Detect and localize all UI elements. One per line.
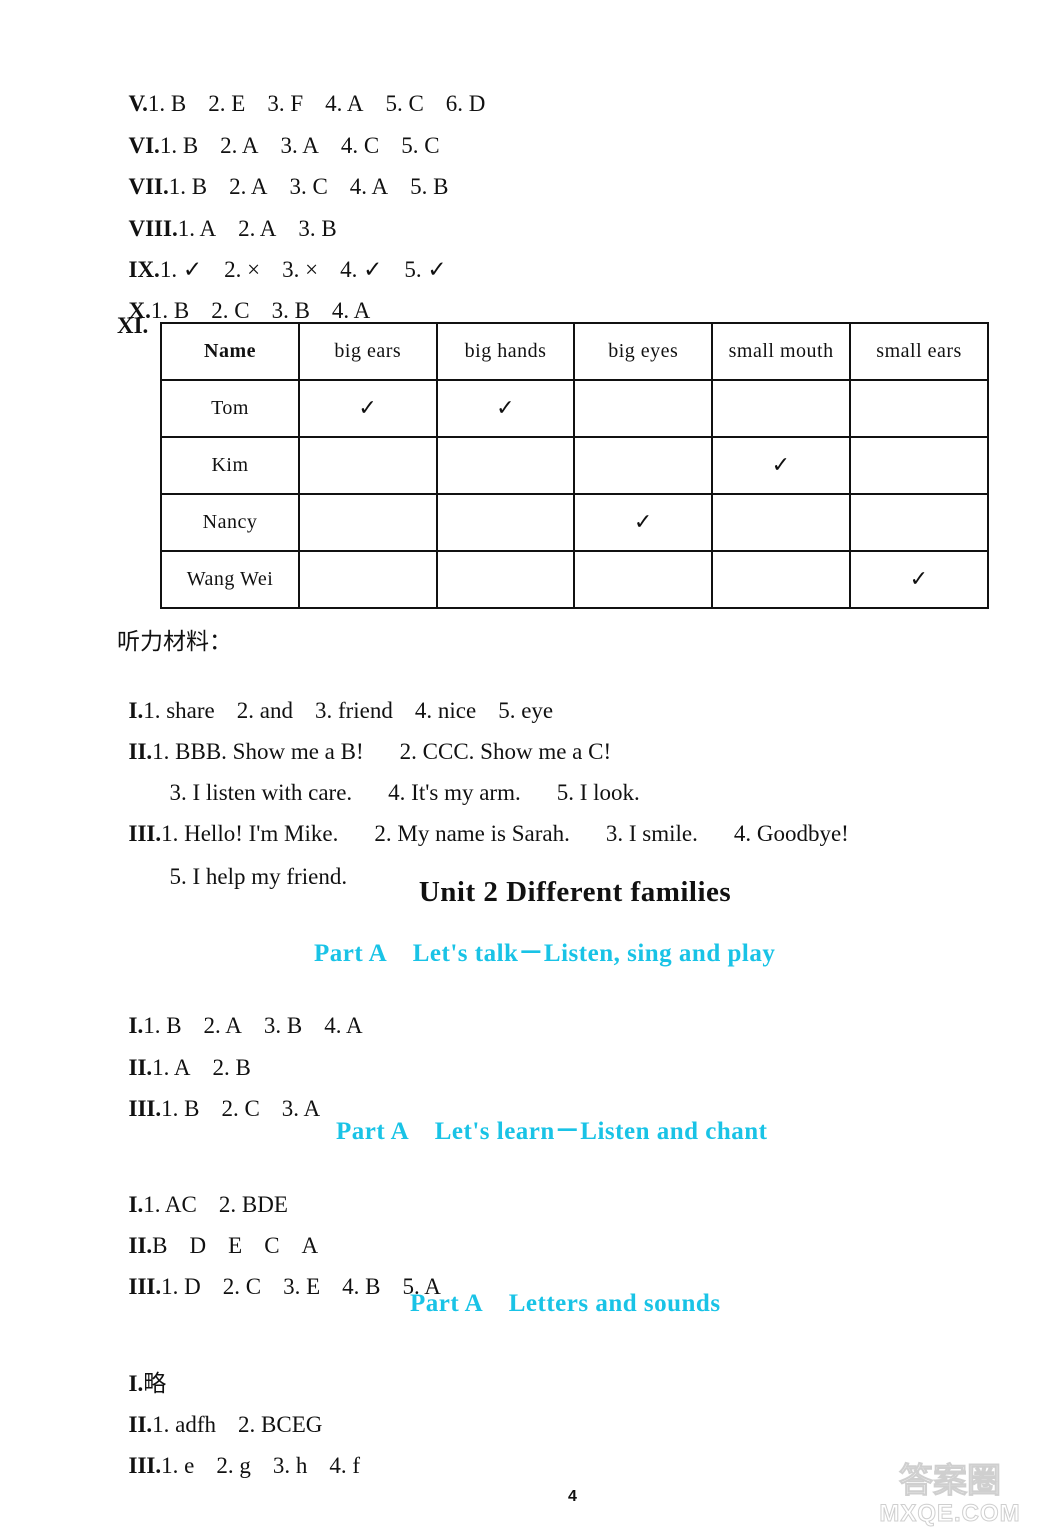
check-cell: ✓ bbox=[849, 550, 989, 609]
column-header: big ears bbox=[298, 322, 438, 381]
answer-item: 5. ✓ bbox=[404, 257, 447, 282]
section-number: III. bbox=[128, 1453, 162, 1478]
check-cell bbox=[298, 550, 438, 609]
section-number: III. bbox=[128, 1274, 162, 1299]
answer-item: 4. B bbox=[342, 1274, 381, 1299]
listening-heading: 听力材料： bbox=[117, 629, 232, 655]
table-row: Kim ✓ bbox=[159, 436, 989, 495]
section-number: III. bbox=[128, 821, 162, 846]
check-cell bbox=[573, 550, 714, 609]
column-header: big hands bbox=[435, 322, 576, 381]
column-header: big eyes bbox=[573, 322, 714, 381]
page-number: 4 bbox=[568, 1488, 577, 1505]
answer-line: III.1. D 2. C 3. E 4. B 5. A bbox=[117, 1245, 441, 1301]
column-header: small ears bbox=[849, 322, 989, 381]
table-row: Wang Wei ✓ bbox=[159, 550, 989, 609]
check-cell bbox=[849, 493, 989, 552]
check-cell bbox=[435, 436, 576, 495]
answer-item: 5. B bbox=[410, 174, 449, 199]
section-number-xi: XI. bbox=[117, 313, 149, 338]
answer-item: 3. B bbox=[263, 1013, 303, 1038]
answer-item: 3. E bbox=[283, 1274, 321, 1299]
part-title-lets-learn: Part A Let's learn－Listen and chant bbox=[336, 1118, 768, 1145]
answer-item: 3. I smile. bbox=[605, 821, 698, 846]
answer-item: 2. C bbox=[221, 1096, 260, 1121]
row-name: Tom bbox=[159, 379, 301, 438]
check-cell bbox=[711, 379, 852, 438]
answer-item: 4. A bbox=[349, 174, 389, 199]
answer-item: 1. D bbox=[161, 1274, 201, 1299]
answer-line: III.1. e 2. g 3. h 4. f bbox=[117, 1424, 361, 1480]
column-header: Name bbox=[159, 322, 301, 381]
check-cell bbox=[298, 493, 438, 552]
watermark-top-text: 答案圈 bbox=[899, 1462, 1002, 1501]
answer-item: 4. f bbox=[329, 1453, 360, 1478]
check-cell bbox=[711, 493, 852, 552]
unit-title: Unit 2 Different families bbox=[418, 876, 732, 908]
check-cell bbox=[435, 550, 576, 609]
answer-item: 2. C bbox=[211, 298, 250, 323]
section-number: II. bbox=[128, 739, 153, 764]
check-cell bbox=[849, 436, 989, 495]
answer-item: 4. A bbox=[324, 1013, 363, 1038]
answer-item: 3. h bbox=[272, 1453, 308, 1478]
features-table: Name big ears big hands big eyes small m… bbox=[159, 322, 989, 609]
answer-item: 2. g bbox=[216, 1453, 251, 1478]
section-number: III. bbox=[128, 1096, 162, 1121]
check-cell bbox=[573, 436, 714, 495]
check-cell: ✓ bbox=[298, 379, 438, 438]
check-cell bbox=[711, 550, 852, 609]
row-name: Nancy bbox=[159, 493, 301, 552]
answer-item: 4. A bbox=[331, 298, 371, 323]
check-cell: ✓ bbox=[435, 379, 576, 438]
row-name: Wang Wei bbox=[159, 550, 301, 609]
table-row: Tom ✓ ✓ bbox=[159, 379, 989, 438]
check-cell: ✓ bbox=[573, 493, 714, 552]
check-cell bbox=[573, 379, 714, 438]
check-cell: ✓ bbox=[711, 436, 852, 495]
check-cell bbox=[298, 436, 438, 495]
answer-item: 6. D bbox=[445, 91, 486, 116]
answer-item: 3. A bbox=[281, 1096, 321, 1121]
answer-item: 2. C bbox=[222, 1274, 262, 1299]
watermark-bottom-text: MXQE.COM bbox=[879, 1500, 1021, 1528]
answer-line-x: X.1. B 2. C 3. B 4. A bbox=[117, 269, 371, 325]
answer-item: 4. Goodbye! bbox=[733, 821, 849, 846]
table-header-row: Name big ears big hands big eyes small m… bbox=[159, 322, 989, 381]
answer-item: 2. My name is Sarah. bbox=[374, 821, 570, 846]
table-row: Nancy ✓ bbox=[159, 493, 989, 552]
answer-item: 1. B bbox=[161, 1096, 200, 1121]
answer-item: 3. B bbox=[271, 298, 310, 323]
row-name: Kim bbox=[159, 436, 301, 495]
answer-item: 1. B bbox=[150, 298, 190, 323]
part-title-lets-talk: Part A Let's talk－Listen, sing and play bbox=[314, 940, 776, 967]
answer-line: III.1. B 2. C 3. A bbox=[117, 1067, 321, 1123]
check-cell bbox=[849, 379, 989, 438]
part-title-letters-sounds: Part A Letters and sounds bbox=[410, 1290, 721, 1317]
column-header: small mouth bbox=[711, 322, 852, 381]
watermark-logo: 答案圈 MXQE.COM bbox=[860, 1462, 1040, 1534]
answer-item: 1. e bbox=[161, 1453, 195, 1478]
check-cell bbox=[435, 493, 576, 552]
